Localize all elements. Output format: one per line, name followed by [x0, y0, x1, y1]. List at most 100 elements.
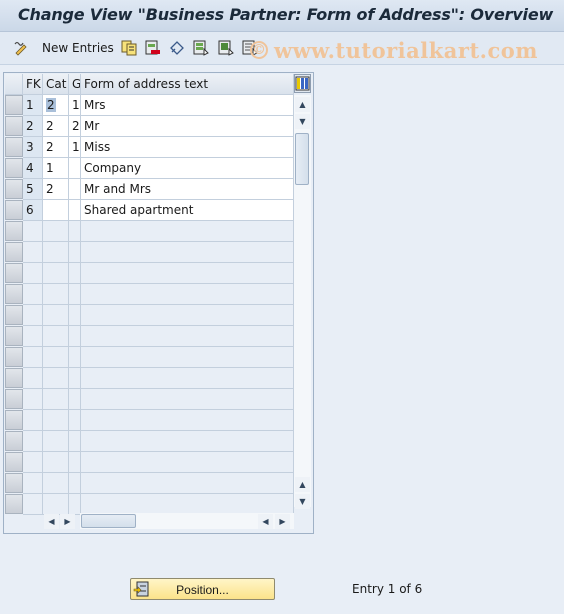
cell-cat[interactable] [43, 473, 69, 494]
scroll-left-button[interactable]: ◀ [44, 514, 59, 529]
cell-g[interactable] [69, 200, 81, 221]
scroll-up-button[interactable]: ▲ [295, 97, 310, 112]
row-selector[interactable] [5, 305, 23, 325]
row-selector[interactable] [5, 179, 23, 199]
cell-g[interactable] [69, 221, 81, 242]
cell-form-of-address-text[interactable] [81, 221, 294, 242]
cell-g[interactable] [69, 452, 81, 473]
cell-cat[interactable]: 2 [43, 116, 69, 137]
fixed-columns-hscroll[interactable]: ◀ ▶ [44, 513, 75, 529]
cell-fk[interactable] [23, 431, 43, 452]
cell-form-of-address-text[interactable] [81, 410, 294, 431]
cell-fk[interactable] [23, 284, 43, 305]
cell-form-of-address-text[interactable] [81, 347, 294, 368]
cell-g[interactable] [69, 368, 81, 389]
cell-g[interactable] [69, 179, 81, 200]
cell-cat[interactable] [43, 221, 69, 242]
position-button[interactable]: Position... [130, 578, 275, 600]
row-selector[interactable] [5, 410, 23, 430]
cell-g[interactable] [69, 242, 81, 263]
cell-fk[interactable]: 4 [23, 158, 43, 179]
cell-form-of-address-text[interactable] [81, 368, 294, 389]
cell-g[interactable] [69, 305, 81, 326]
row-selector[interactable] [5, 389, 23, 409]
cell-cat[interactable] [43, 263, 69, 284]
cell-fk[interactable]: 5 [23, 179, 43, 200]
cell-g[interactable] [69, 158, 81, 179]
scroll-right-button[interactable]: ▶ [60, 514, 75, 529]
cell-fk[interactable] [23, 452, 43, 473]
cell-cat[interactable]: 2 [43, 95, 69, 116]
cell-cat[interactable] [43, 452, 69, 473]
cell-cat[interactable] [43, 494, 69, 515]
cell-g[interactable] [69, 494, 81, 515]
cell-g[interactable]: 1 [69, 137, 81, 158]
row-selector[interactable] [5, 137, 23, 157]
cell-form-of-address-text[interactable]: Miss [81, 137, 294, 158]
cell-g[interactable]: 1 [69, 95, 81, 116]
row-selector[interactable] [5, 263, 23, 283]
cell-cat[interactable] [43, 347, 69, 368]
cell-fk[interactable] [23, 410, 43, 431]
cell-form-of-address-text[interactable]: Mr and Mrs [81, 179, 294, 200]
scroll-down-button[interactable]: ▼ [295, 114, 310, 129]
scroll-right-end-button[interactable]: ▶ [275, 514, 290, 529]
delete-button[interactable] [145, 39, 161, 57]
cell-g[interactable] [69, 473, 81, 494]
cell-form-of-address-text[interactable] [81, 431, 294, 452]
column-settings-button[interactable] [294, 74, 311, 93]
column-header-cat[interactable]: Cat [43, 74, 69, 95]
select-all-rows-corner[interactable] [5, 74, 23, 95]
cell-fk[interactable] [23, 347, 43, 368]
row-selector[interactable] [5, 326, 23, 346]
cell-g[interactable] [69, 347, 81, 368]
cell-form-of-address-text[interactable]: Mrs [81, 95, 294, 116]
row-selector[interactable] [5, 284, 23, 304]
column-header-g[interactable]: G [69, 74, 81, 95]
cell-cat[interactable] [43, 431, 69, 452]
row-selector[interactable] [5, 200, 23, 220]
hscroll-right-buttons[interactable]: ◀ ▶ [258, 513, 292, 529]
row-selector[interactable] [5, 473, 23, 493]
cell-fk[interactable]: 2 [23, 116, 43, 137]
column-header-form-of-address-text[interactable]: Form of address text [81, 74, 294, 95]
cell-cat[interactable] [43, 326, 69, 347]
select-all-button[interactable] [193, 39, 209, 57]
cell-form-of-address-text[interactable]: Mr [81, 116, 294, 137]
cell-fk[interactable] [23, 389, 43, 410]
cell-fk[interactable] [23, 221, 43, 242]
cell-cat[interactable]: 1 [43, 158, 69, 179]
cell-fk[interactable] [23, 305, 43, 326]
cell-fk[interactable] [23, 494, 43, 515]
cell-fk[interactable]: 6 [23, 200, 43, 221]
cell-fk[interactable]: 1 [23, 95, 43, 116]
horizontal-scroll-thumb[interactable] [81, 514, 136, 528]
cell-cat[interactable] [43, 305, 69, 326]
select-block-button[interactable] [218, 39, 234, 57]
row-selector[interactable] [5, 431, 23, 451]
cell-fk[interactable] [23, 263, 43, 284]
cell-form-of-address-text[interactable] [81, 263, 294, 284]
cell-g[interactable] [69, 263, 81, 284]
cell-g[interactable] [69, 284, 81, 305]
undo-change-button[interactable] [169, 39, 185, 57]
new-entries-button[interactable]: New Entries [42, 39, 114, 57]
cell-form-of-address-text[interactable] [81, 305, 294, 326]
scroll-up-bottom-button[interactable]: ▲ [295, 477, 310, 492]
cell-fk[interactable] [23, 473, 43, 494]
cell-fk[interactable] [23, 242, 43, 263]
cell-form-of-address-text[interactable] [81, 494, 294, 515]
cell-g[interactable] [69, 410, 81, 431]
row-selector[interactable] [5, 347, 23, 367]
cell-form-of-address-text[interactable] [81, 473, 294, 494]
column-header-fk[interactable]: FK [23, 74, 43, 95]
row-selector[interactable] [5, 242, 23, 262]
row-selector[interactable] [5, 368, 23, 388]
scroll-down-bottom-button[interactable]: ▼ [295, 494, 310, 509]
copy-as-button[interactable] [121, 39, 137, 57]
cell-g[interactable]: 2 [69, 116, 81, 137]
cell-form-of-address-text[interactable] [81, 284, 294, 305]
cell-cat[interactable] [43, 242, 69, 263]
cell-form-of-address-text[interactable] [81, 389, 294, 410]
cell-form-of-address-text[interactable] [81, 242, 294, 263]
